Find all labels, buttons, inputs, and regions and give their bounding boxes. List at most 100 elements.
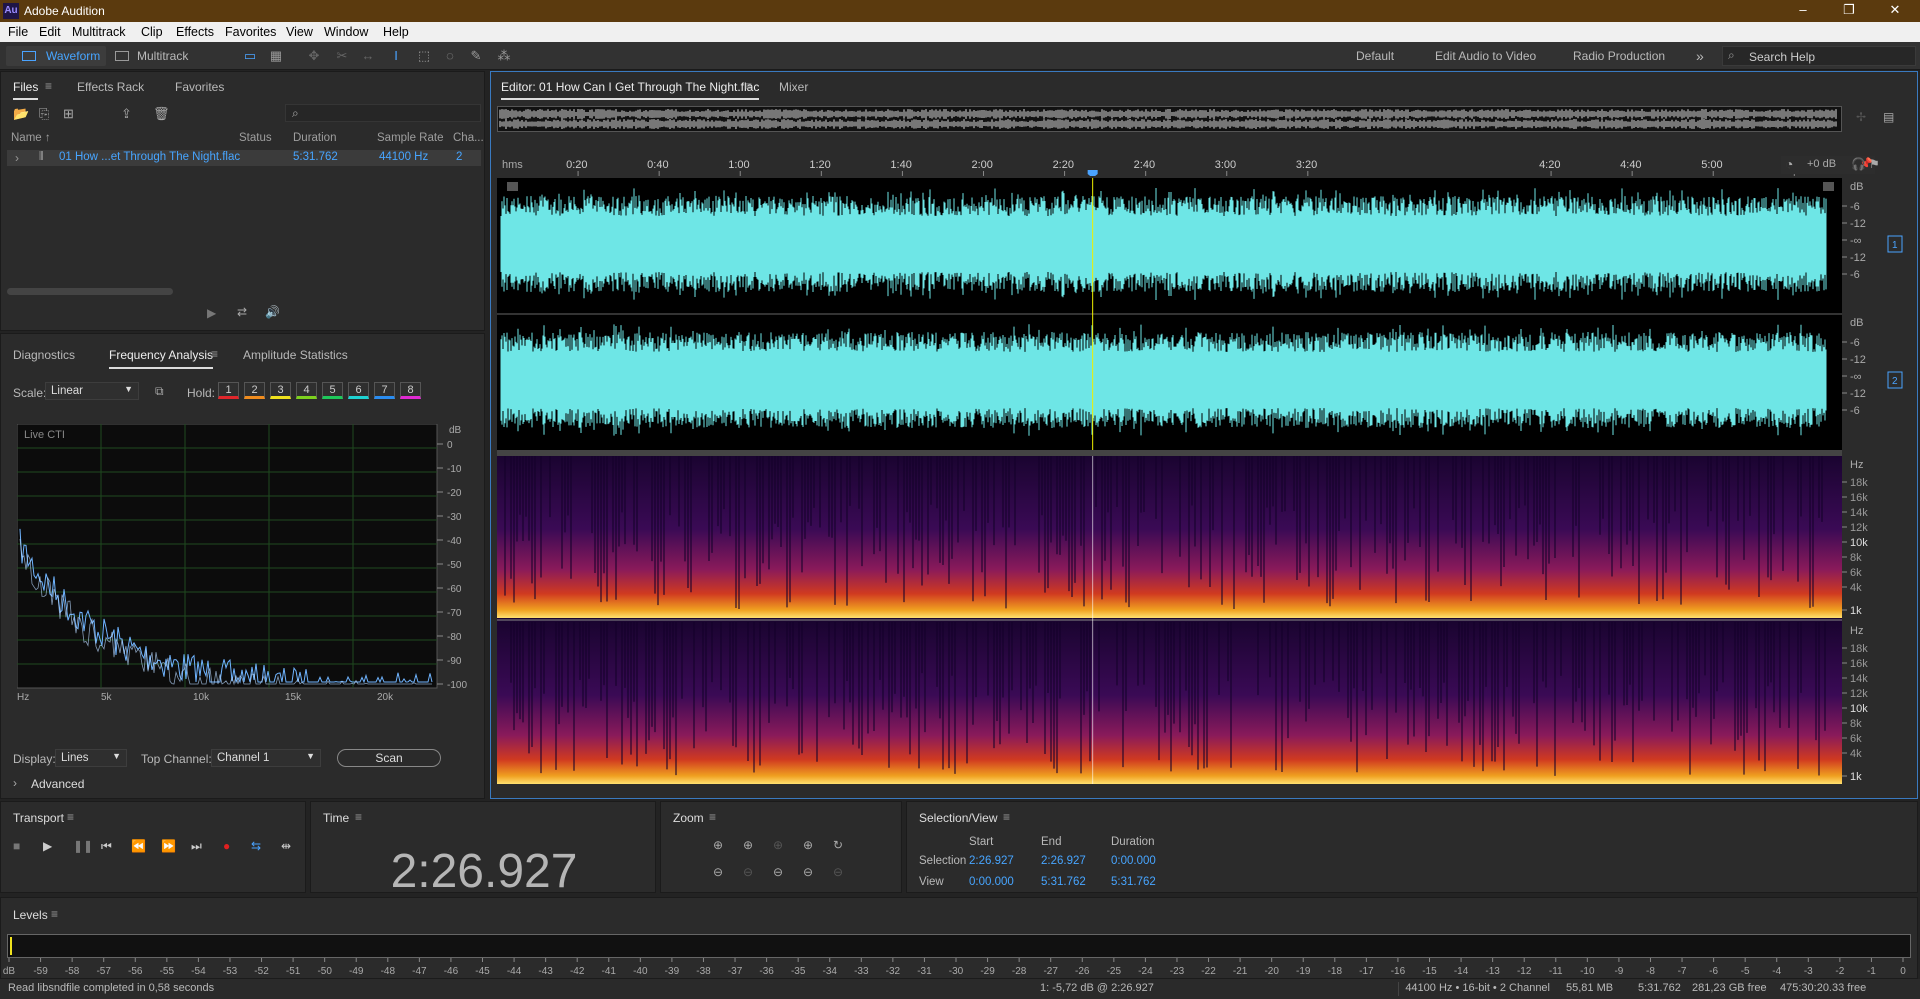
menu-favorites[interactable]: Favorites — [225, 25, 276, 39]
new-file-icon[interactable]: ⊞ — [63, 106, 74, 122]
horizontal-scrollbar[interactable] — [7, 288, 173, 295]
workspace-edit-audio-to-video[interactable]: Edit Audio to Video — [1435, 46, 1536, 66]
zoom-out-full-icon[interactable]: ⊖ — [803, 865, 813, 879]
panel-menu-icon[interactable]: ≡ — [709, 810, 716, 824]
lasso-tool-icon[interactable]: ◌ — [442, 48, 458, 64]
view-duration[interactable]: 5:31.762 — [1111, 876, 1156, 888]
spectral-display[interactable] — [497, 456, 1842, 784]
stop-icon[interactable]: ■ — [13, 839, 20, 853]
panel-menu-icon[interactable]: ≡ — [1003, 810, 1010, 824]
hold-button-4[interactable]: 4 — [296, 382, 317, 399]
panel-menu-icon[interactable]: ≡ — [51, 907, 58, 921]
hold-button-5[interactable]: 5 — [322, 382, 343, 399]
overview-navigator[interactable] — [497, 106, 1842, 132]
display-options-icon[interactable]: ▤ — [1883, 110, 1894, 124]
copy-icon[interactable]: ⧉ — [155, 384, 164, 399]
time-ruler[interactable]: hms 0:20 0:40 1:00 1:20 1:40 2:00 2:20 2:40 3:00 3… — [497, 152, 1842, 178]
tab-diagnostics[interactable]: Diagnostics — [13, 348, 75, 362]
tab-editor[interactable]: Editor: 01 How Can I Get Through The Nig… — [501, 80, 760, 100]
pitch-display-icon[interactable]: ▦ — [268, 48, 284, 64]
close-button[interactable]: ✕ — [1880, 2, 1910, 18]
fast-forward-icon[interactable]: ⏩ — [161, 839, 176, 853]
menu-window[interactable]: Window — [324, 25, 368, 39]
col-channels[interactable]: Cha... — [453, 132, 484, 144]
pause-icon[interactable]: ❚❚ — [73, 839, 93, 853]
zoom-in-time-icon[interactable]: ⊕ — [743, 838, 753, 852]
view-start[interactable]: 0:00.000 — [969, 876, 1014, 888]
previous-icon[interactable]: ⏮ — [101, 839, 112, 854]
files-search-input[interactable]: ⌕ — [285, 104, 481, 122]
skip-icon[interactable]: ⇹ — [281, 839, 291, 853]
headphones-icon[interactable]: 🎧 — [1851, 157, 1866, 171]
zoom-out-icon[interactable]: ⊖ — [773, 865, 783, 879]
insert-into-multitrack-icon[interactable]: ⇪ — [121, 106, 132, 122]
hold-button-7[interactable]: 7 — [374, 382, 395, 399]
hold-button-3[interactable]: 3 — [270, 382, 291, 399]
maximize-button[interactable]: ❐ — [1834, 2, 1864, 18]
col-status[interactable]: Status — [239, 132, 272, 144]
auto-play-icon[interactable]: 🔊 — [265, 305, 280, 319]
selection-start[interactable]: 2:26.927 — [969, 855, 1014, 867]
import-file-icon[interactable]: ⎘ — [39, 106, 49, 122]
panel-menu-icon[interactable]: ≡ — [355, 810, 362, 824]
razor-tool-icon[interactable]: ✂ — [334, 48, 350, 64]
zoom-out-point-icon[interactable]: ⊖ — [833, 865, 843, 879]
play-icon[interactable]: ▶ — [43, 839, 52, 853]
menu-clip[interactable]: Clip — [141, 25, 163, 39]
menu-help[interactable]: Help — [383, 25, 409, 39]
hold-button-8[interactable]: 8 — [400, 382, 421, 399]
col-name[interactable]: Name ↑ — [11, 132, 51, 144]
loop-icon[interactable]: ⇆ — [251, 839, 261, 853]
tab-files[interactable]: Files — [13, 80, 39, 100]
workspace-radio-production[interactable]: Radio Production — [1573, 46, 1665, 66]
next-icon[interactable]: ⏭ — [191, 839, 202, 854]
marker-icon[interactable]: ⚑ — [1869, 157, 1880, 171]
menu-effects[interactable]: Effects — [176, 25, 214, 39]
col-duration[interactable]: Duration — [293, 132, 336, 144]
view-end[interactable]: 5:31.762 — [1041, 876, 1086, 888]
panel-menu-icon[interactable]: ≡ — [745, 79, 752, 93]
menu-multitrack[interactable]: Multitrack — [72, 25, 125, 39]
display-select[interactable]: Lines ▼ — [55, 749, 127, 767]
brush-tool-icon[interactable]: ✎ — [468, 48, 484, 64]
spot-healing-icon[interactable]: ⁂ — [496, 48, 512, 64]
zoom-out-amplitude-icon[interactable]: ⊖ — [713, 865, 723, 879]
waveform-display[interactable] — [497, 178, 1842, 450]
rewind-icon[interactable]: ⏪ — [131, 839, 146, 853]
selection-duration[interactable]: 0:00.000 — [1111, 855, 1156, 867]
workspace-default[interactable]: Default — [1356, 46, 1394, 66]
spectral-display-icon[interactable]: ▭ — [242, 48, 258, 64]
scan-button[interactable]: Scan — [337, 749, 441, 767]
menu-edit[interactable]: Edit — [39, 25, 61, 39]
tab-effects-rack[interactable]: Effects Rack — [77, 80, 144, 94]
waveform-view-button[interactable]: Waveform — [6, 46, 106, 66]
zoom-selection-icon[interactable]: ⊕ — [773, 838, 783, 852]
search-help-field[interactable]: ⌕ Search Help — [1722, 46, 1916, 66]
move-tool-icon[interactable]: ✥ — [306, 48, 322, 64]
selection-end[interactable]: 2:26.927 — [1041, 855, 1086, 867]
tab-amplitude-statistics[interactable]: Amplitude Statistics — [243, 348, 348, 362]
delete-icon[interactable]: 🗑 — [153, 106, 170, 122]
open-file-icon[interactable]: 📂 — [13, 106, 29, 122]
zoom-to-selection-icon[interactable]: ✢ — [1856, 110, 1866, 124]
record-icon[interactable]: ● — [223, 839, 230, 853]
hold-button-1[interactable]: 1 — [218, 382, 239, 399]
col-sample-rate[interactable]: Sample Rate — [377, 132, 443, 144]
scale-select[interactable]: Linear ▼ — [45, 382, 139, 400]
file-row[interactable]: › ⫼ 01 How ...et Through The Night.flac … — [7, 150, 481, 166]
top-channel-select[interactable]: Channel 1 ▼ — [211, 749, 321, 767]
marquee-tool-icon[interactable]: ⬚ — [416, 48, 432, 64]
hold-button-2[interactable]: 2 — [244, 382, 265, 399]
panel-menu-icon[interactable]: ≡ — [211, 347, 218, 361]
tab-favorites[interactable]: Favorites — [175, 80, 224, 94]
zoom-reset-icon[interactable]: ↻ — [833, 838, 843, 852]
more-workspaces-icon[interactable]: » — [1696, 46, 1704, 66]
multitrack-view-button[interactable]: Multitrack — [110, 46, 194, 66]
loop-preview-icon[interactable]: ⇄ — [237, 305, 247, 319]
panel-menu-icon[interactable]: ≡ — [67, 810, 74, 824]
menu-file[interactable]: File — [8, 25, 28, 39]
zoom-in-point-icon[interactable]: ⊕ — [803, 838, 813, 852]
hold-button-6[interactable]: 6 — [348, 382, 369, 399]
tab-frequency-analysis[interactable]: Frequency Analysis — [109, 348, 214, 369]
tab-mixer[interactable]: Mixer — [779, 80, 808, 94]
